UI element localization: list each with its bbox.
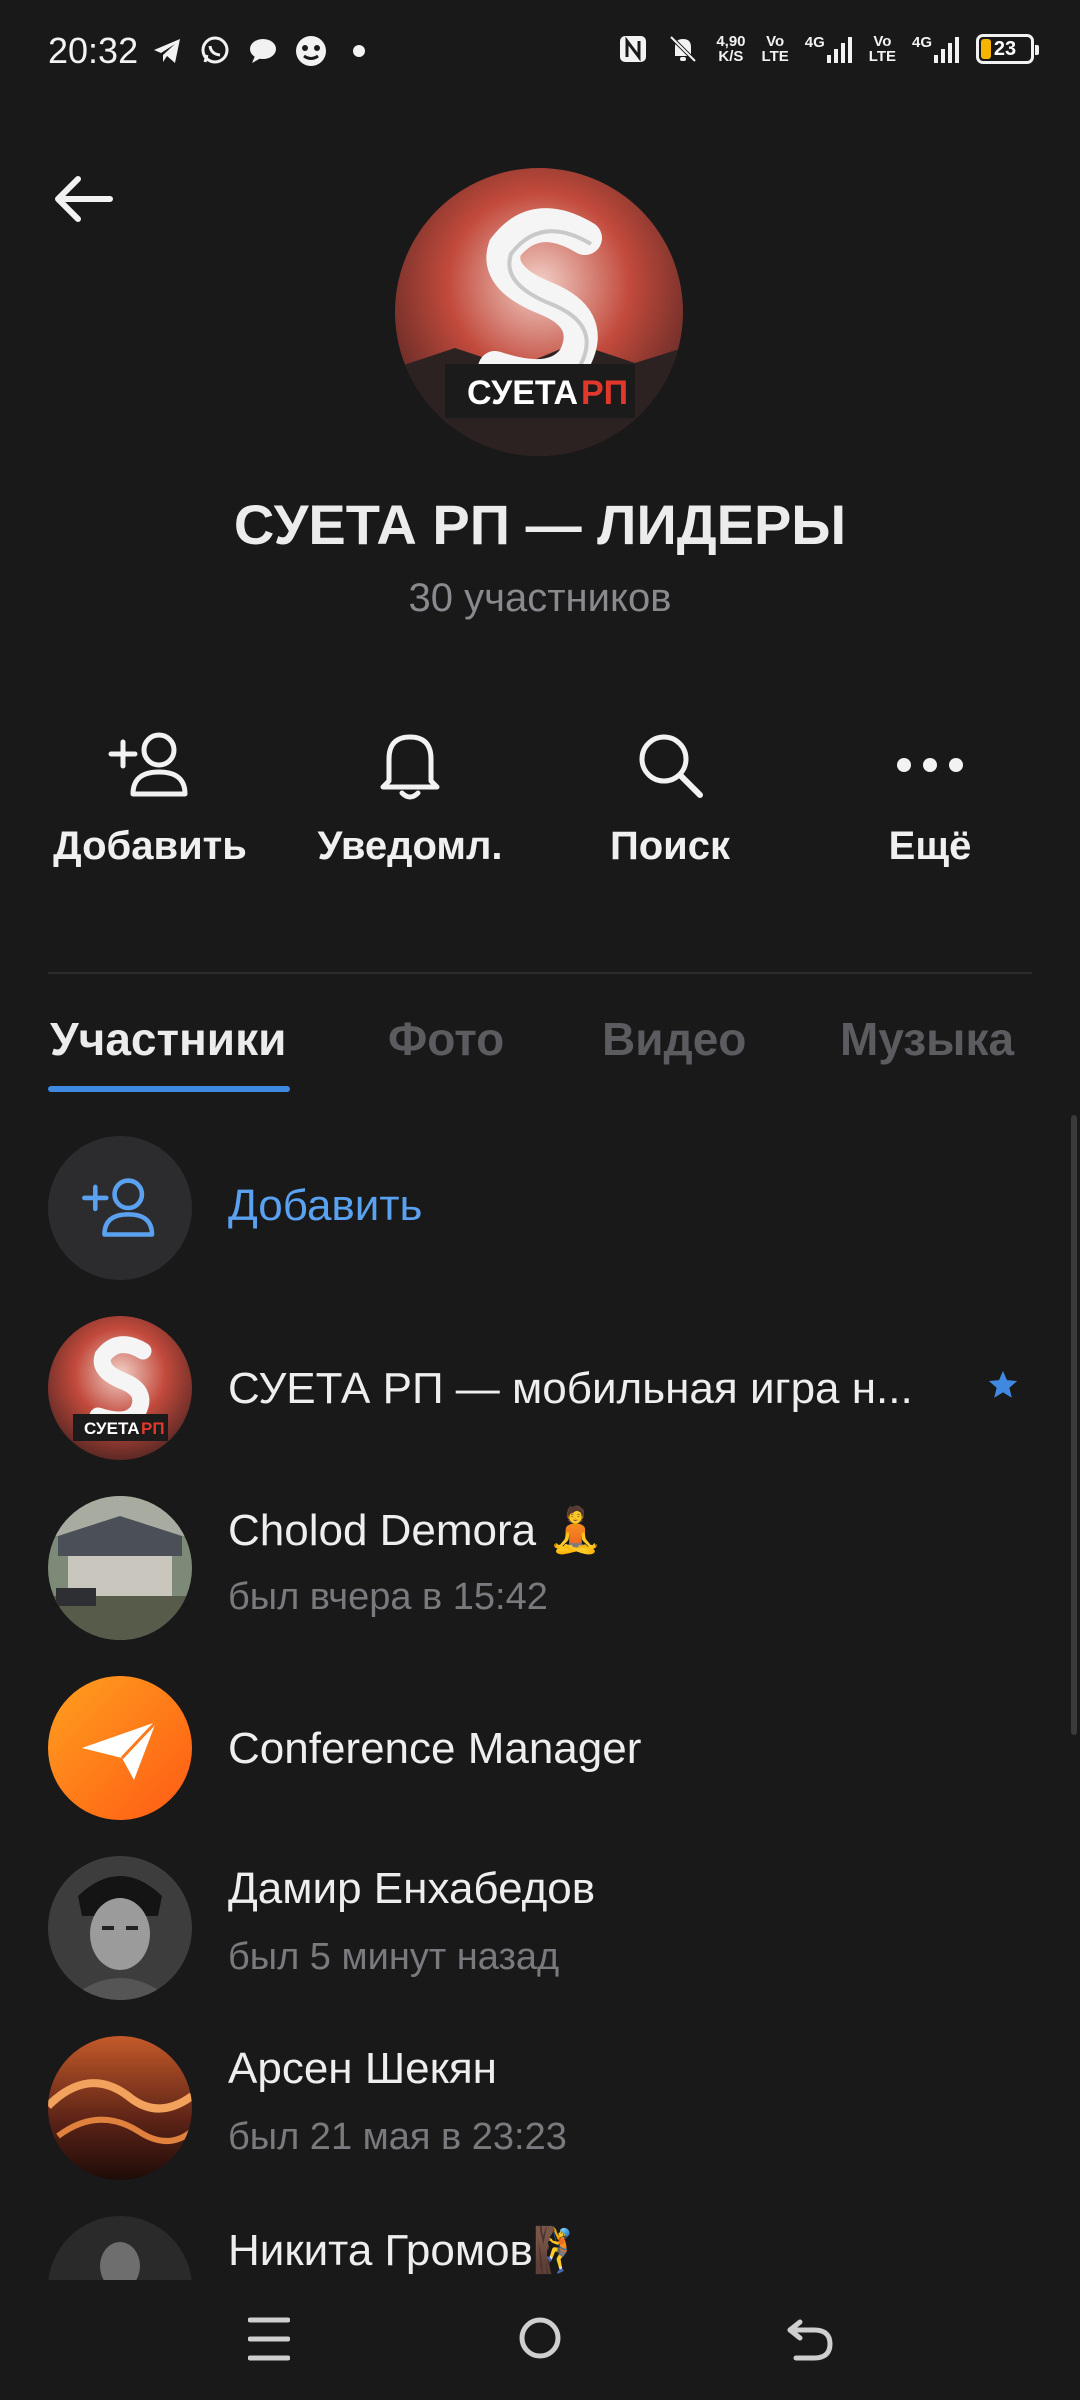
member-status: был 5 минут назад xyxy=(228,1936,560,1978)
menu-icon[interactable] xyxy=(247,2316,291,2367)
member-name: Арсен Шекян xyxy=(228,2044,497,2093)
tab-members[interactable]: Участники xyxy=(50,1012,286,1066)
volte-2: Vo LTE xyxy=(868,33,896,65)
list-item[interactable]: Арсен Шекян был 21 мая в 23:23 xyxy=(0,2036,1080,2180)
tab-photos[interactable]: Фото xyxy=(388,1012,504,1066)
signal-icon: 4G xyxy=(805,35,853,63)
dot-icon xyxy=(342,34,376,68)
signal-icon: 4G xyxy=(912,35,960,63)
group-avatar[interactable]: СУЕТА РП xyxy=(395,168,683,456)
add-member-row[interactable]: Добавить xyxy=(0,1136,1080,1280)
avatar xyxy=(48,2036,192,2180)
list-item[interactable]: Никита Громов🧗 xyxy=(0,2216,1080,2280)
avatar-text-accent: РП xyxy=(581,374,628,412)
search-button[interactable]: Поиск xyxy=(540,720,800,869)
home-icon[interactable] xyxy=(518,2316,562,2365)
message-icon xyxy=(246,34,280,68)
bell-icon xyxy=(280,720,540,810)
member-status: был 21 мая в 23:23 xyxy=(228,2116,567,2158)
back-nav-icon[interactable] xyxy=(786,2316,834,2367)
action-bar: Добавить Уведомл. Поиск Ещё xyxy=(0,720,1080,880)
add-user-icon xyxy=(48,1136,192,1280)
svg-text:РП: РП xyxy=(141,1419,165,1438)
status-bar: 20:32 4,90 K/S Vo LTE 4G Vo LTE 4G 23 xyxy=(0,0,1080,110)
list-item[interactable]: Conference Manager xyxy=(0,1676,1080,1820)
active-tab-indicator xyxy=(48,1086,290,1092)
group-title: СУЕТА РП — ЛИДЕРЫ xyxy=(233,493,847,556)
nfc-icon xyxy=(616,32,650,66)
whatsapp-icon xyxy=(198,34,232,68)
volte-1: Vo LTE xyxy=(761,33,789,65)
svg-text:СУЕТА: СУЕТА xyxy=(84,1419,140,1438)
avatar xyxy=(48,1676,192,1820)
list-item[interactable]: СУЕТА РП СУЕТА РП — мобильная игра н... xyxy=(0,1316,1080,1460)
more-icon xyxy=(800,720,1060,810)
status-time: 20:32 xyxy=(48,30,139,71)
member-name: Никита Громов🧗 xyxy=(228,2226,588,2275)
add-user-icon xyxy=(20,720,280,810)
member-name: Дамир Енхабедов xyxy=(228,1864,596,1913)
notifications-button[interactable]: Уведомл. xyxy=(280,720,540,869)
system-nav-bar xyxy=(0,2280,1080,2400)
avatar: СУЕТА РП xyxy=(48,1316,192,1460)
tab-videos[interactable]: Видео xyxy=(602,1012,746,1066)
avatar-text: СУЕТА xyxy=(467,374,578,412)
bell-muted-icon xyxy=(666,32,700,66)
member-name: СУЕТА РП — мобильная игра н... xyxy=(228,1364,913,1413)
add-member-button[interactable]: Добавить xyxy=(20,720,280,869)
back-button[interactable] xyxy=(52,168,114,230)
avatar xyxy=(48,1496,192,1640)
member-status: был вчера в 15:42 xyxy=(228,1576,548,1618)
list-item[interactable]: Дамир Енхабедов был 5 минут назад xyxy=(0,1856,1080,2000)
tab-bar: Участники Фото Видео Музыка xyxy=(0,1012,1080,1092)
star-icon xyxy=(986,1368,1020,1407)
search-icon xyxy=(540,720,800,810)
member-count: 30 участников xyxy=(408,576,672,620)
bot-icon xyxy=(294,34,328,68)
add-member-label: Добавить xyxy=(228,1181,423,1230)
divider xyxy=(48,972,1032,974)
net-speed: 4,90 K/S xyxy=(716,33,746,65)
member-name: Conference Manager xyxy=(228,1724,642,1773)
member-name: Cholod Demora 🧘 xyxy=(228,1506,604,1555)
list-item[interactable]: Cholod Demora 🧘 был вчера в 15:42 xyxy=(0,1496,1080,1640)
tab-music[interactable]: Музыка xyxy=(840,1012,1014,1066)
more-button[interactable]: Ещё xyxy=(800,720,1060,869)
battery-icon: 23 xyxy=(976,34,1039,64)
arrow-left-icon xyxy=(55,176,113,222)
avatar xyxy=(48,2216,192,2280)
telegram-icon xyxy=(150,34,184,68)
avatar xyxy=(48,1856,192,2000)
